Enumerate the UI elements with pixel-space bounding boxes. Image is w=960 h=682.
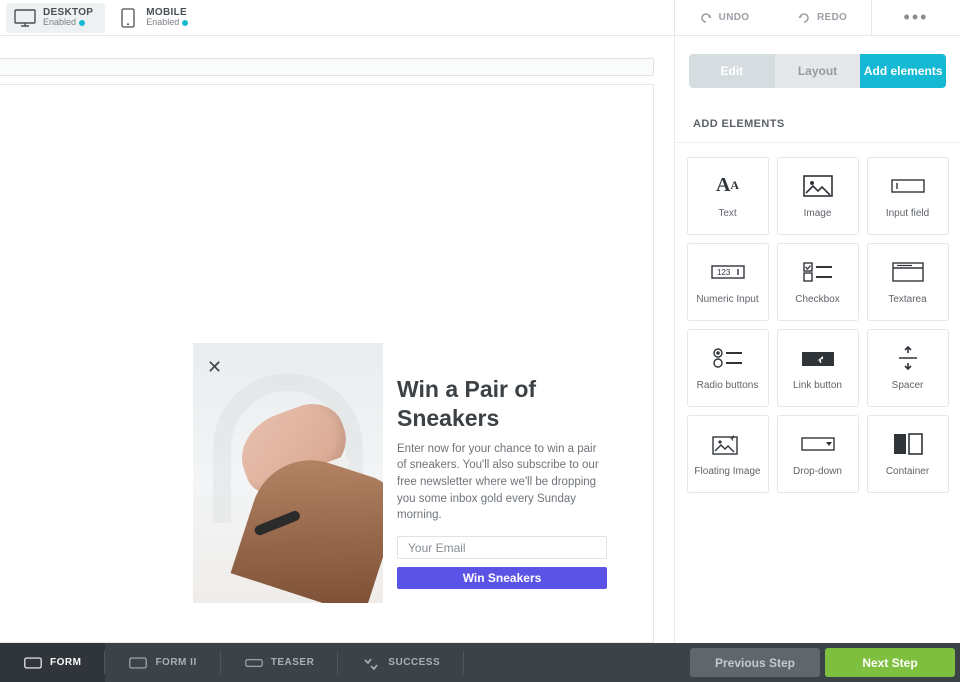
- popup-description[interactable]: Enter now for your chance to win a pair …: [397, 441, 607, 524]
- element-container[interactable]: Container: [867, 415, 949, 493]
- undo-icon: [699, 11, 713, 25]
- previous-step-button[interactable]: Previous Step: [690, 648, 820, 677]
- device-mobile-status: Enabled: [146, 18, 188, 28]
- undo-button[interactable]: UNDO: [675, 0, 773, 35]
- element-text[interactable]: AA Text: [687, 157, 769, 235]
- element-image[interactable]: Image: [777, 157, 859, 235]
- textarea-icon: [890, 260, 926, 284]
- tab-edit[interactable]: Edit: [689, 54, 775, 88]
- ellipsis-icon: •••: [904, 7, 929, 28]
- section-header: ADD ELEMENTS: [675, 88, 960, 143]
- popup-preview[interactable]: ✕ Win a Pair of Sneakers Enter now for y…: [193, 343, 621, 603]
- element-checkbox[interactable]: Checkbox: [777, 243, 859, 321]
- redo-button[interactable]: REDO: [773, 0, 871, 35]
- image-icon: [800, 174, 836, 198]
- device-mobile[interactable]: MOBILE Enabled: [109, 3, 200, 33]
- text-icon: AA: [710, 174, 746, 198]
- editor-canvas[interactable]: ✕ Win a Pair of Sneakers Enter now for y…: [0, 36, 674, 643]
- mobile-icon: [117, 7, 139, 29]
- desktop-icon: [14, 7, 36, 29]
- step-form2[interactable]: FORM II: [105, 643, 220, 682]
- device-desktop-status: Enabled: [43, 18, 93, 28]
- checkbox-icon: [800, 260, 836, 284]
- element-radio-buttons[interactable]: Radio buttons: [687, 329, 769, 407]
- spacer-icon: [890, 346, 926, 370]
- status-dot-icon: [182, 20, 188, 26]
- radio-icon: [710, 346, 746, 370]
- next-step-button[interactable]: Next Step: [825, 648, 955, 677]
- submit-button[interactable]: Win Sneakers: [397, 567, 607, 589]
- floating-image-icon: [710, 432, 746, 456]
- link-button-icon: [800, 346, 836, 370]
- element-numeric-input[interactable]: 123 Numeric Input: [687, 243, 769, 321]
- canvas-surface[interactable]: ✕ Win a Pair of Sneakers Enter now for y…: [0, 84, 654, 643]
- element-spacer[interactable]: Spacer: [867, 329, 949, 407]
- close-icon[interactable]: ✕: [207, 357, 222, 378]
- canvas-frame-strip: [0, 58, 654, 76]
- popup-image[interactable]: ✕: [193, 343, 383, 603]
- popup-title[interactable]: Win a Pair of Sneakers: [397, 375, 607, 433]
- element-link-button[interactable]: Link button: [777, 329, 859, 407]
- element-textarea[interactable]: Textarea: [867, 243, 949, 321]
- success-step-icon: [362, 657, 380, 669]
- numeric-icon: 123: [710, 260, 746, 284]
- device-desktop[interactable]: DESKTOP Enabled: [6, 3, 105, 33]
- input-icon: [890, 174, 926, 198]
- form2-step-icon: [129, 657, 147, 669]
- email-field[interactable]: Your Email: [397, 536, 607, 560]
- redo-icon: [797, 11, 811, 25]
- properties-panel: Edit Layout Add elements ADD ELEMENTS AA…: [674, 36, 960, 643]
- form-step-icon: [24, 657, 42, 669]
- teaser-step-icon: [245, 657, 263, 669]
- svg-text:123: 123: [717, 268, 731, 277]
- dropdown-icon: [800, 432, 836, 456]
- tab-add-elements[interactable]: Add elements: [860, 54, 946, 88]
- status-dot-icon: [79, 20, 85, 26]
- container-icon: [890, 432, 926, 456]
- element-input-field[interactable]: Input field: [867, 157, 949, 235]
- tab-layout[interactable]: Layout: [775, 54, 861, 88]
- step-form[interactable]: FORM: [0, 643, 105, 682]
- more-menu-button[interactable]: •••: [872, 0, 960, 35]
- element-dropdown[interactable]: Drop-down: [777, 415, 859, 493]
- step-success[interactable]: SUCCESS: [338, 643, 464, 682]
- step-teaser[interactable]: TEASER: [221, 643, 339, 682]
- element-floating-image[interactable]: Floating Image: [687, 415, 769, 493]
